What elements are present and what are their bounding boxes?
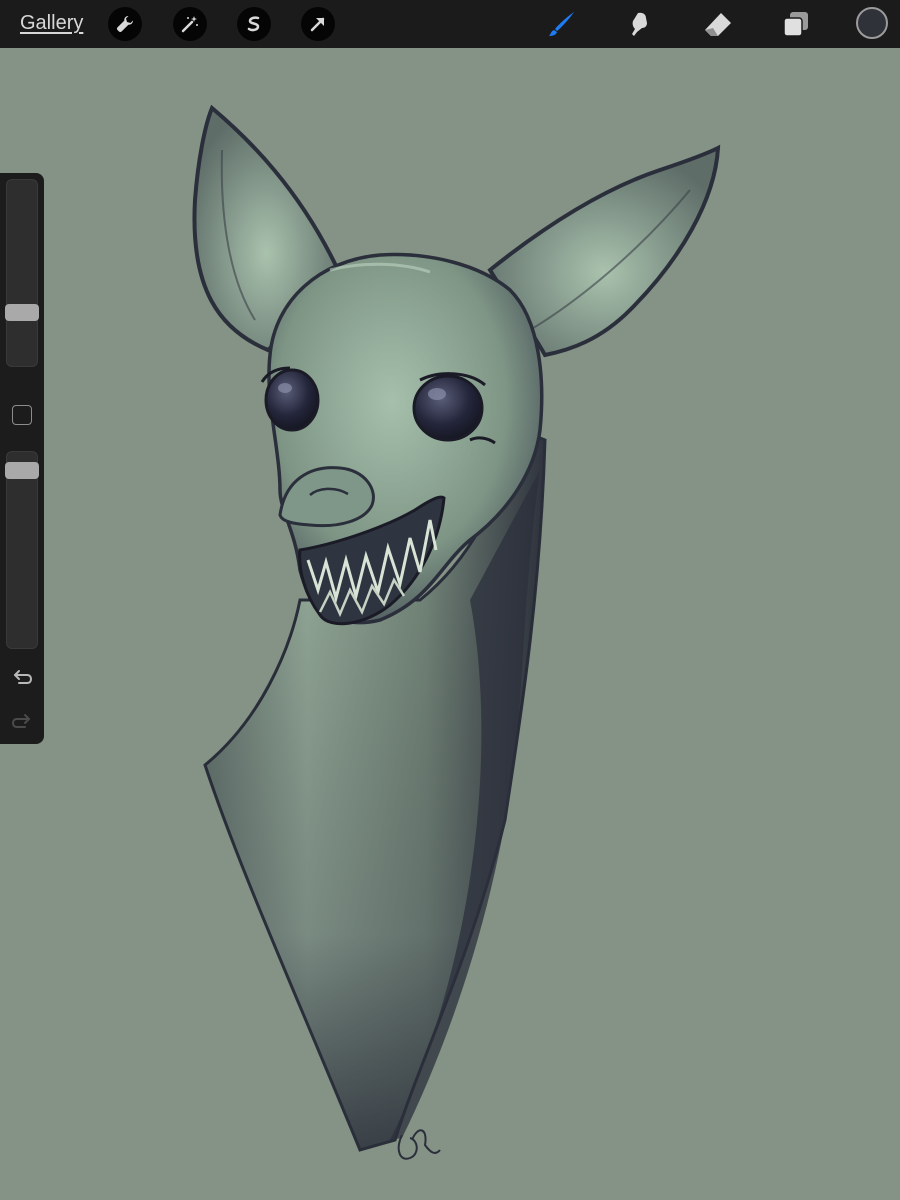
brush-tool[interactable]: [546, 8, 578, 40]
redo-icon[interactable]: [10, 710, 34, 734]
brush-size-thumb[interactable]: [5, 304, 39, 321]
selection-icon: [247, 16, 260, 32]
brush-size-slider[interactable]: [6, 179, 38, 367]
eraser-tool[interactable]: [702, 8, 734, 40]
transform-button[interactable]: [301, 7, 335, 41]
eraser-icon: [705, 13, 731, 36]
smudge-icon: [632, 12, 647, 36]
left-eye: [264, 368, 320, 432]
smudge-tool[interactable]: [624, 8, 656, 40]
modify-button[interactable]: [12, 405, 32, 425]
selection-button[interactable]: [237, 7, 271, 41]
opacity-thumb[interactable]: [5, 462, 39, 479]
color-picker-button[interactable]: [856, 7, 888, 39]
magic-wand-icon: [181, 16, 198, 33]
layers-button[interactable]: [780, 8, 812, 40]
gallery-button[interactable]: Gallery: [20, 12, 83, 35]
right-eye: [412, 374, 484, 442]
artist-signature: [397, 1129, 441, 1160]
adjustments-button[interactable]: [173, 7, 207, 41]
undo-icon[interactable]: [10, 666, 34, 690]
canvas-artwork[interactable]: [0, 48, 900, 1200]
top-toolbar: Gallery: [0, 0, 900, 48]
actions-button[interactable]: [108, 7, 142, 41]
left-sidebar: [0, 173, 44, 744]
transform-arrow-icon: [310, 17, 325, 32]
layers-icon: [783, 12, 808, 37]
procreate-app: Gallery: [0, 0, 900, 1200]
opacity-slider[interactable]: [6, 451, 38, 649]
brush-icon: [549, 12, 574, 36]
wrench-icon: [116, 16, 133, 33]
